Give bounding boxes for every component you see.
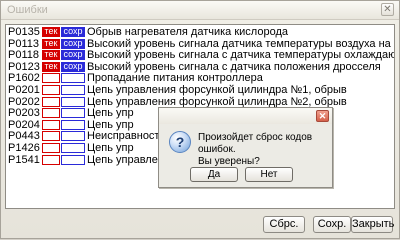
yes-button[interactable]: Да <box>190 167 238 182</box>
dialog-message: Произойдет сброс кодов ошибок. Вы уверен… <box>198 132 330 168</box>
error-row[interactable]: P0113 тек сохр Высокий уровень сигнала датч… <box>7 37 395 50</box>
close-button[interactable]: Закрыть <box>351 216 394 233</box>
tek-badge <box>42 96 60 107</box>
error-row[interactable]: P0201 Цепь управления форсункой цилиндра … <box>7 84 393 96</box>
error-code: P1602 <box>8 72 40 85</box>
error-code: P0201 <box>8 84 40 96</box>
dialog-message-line1: Произойдет сброс кодов ошибок. <box>198 132 313 155</box>
window-titlebar[interactable]: Ошибки ✕ <box>1 1 399 20</box>
sokhr-badge: сохр <box>61 50 85 61</box>
error-description: Цепь управления форсункой цилиндра №2, о… <box>87 95 347 108</box>
error-row[interactable]: P0118 тек сохр Высокий уровень сигнала с да… <box>7 49 395 62</box>
sokhr-badge <box>61 108 85 119</box>
error-code: P0202 <box>8 95 40 108</box>
tek-badge: тек <box>42 27 60 37</box>
tek-badge <box>42 131 60 142</box>
error-description: Цепь упр <box>87 118 134 131</box>
tek-badge: тек <box>42 61 60 72</box>
dialog-close-button[interactable]: ✕ <box>316 110 329 122</box>
sokhr-badge <box>61 154 85 165</box>
error-description: Цепь управления форсункой цилиндра №1, о… <box>87 84 347 96</box>
save-button[interactable]: Сохр. <box>313 216 351 233</box>
tek-badge <box>42 143 60 153</box>
sokhr-badge <box>61 85 85 95</box>
no-button[interactable]: Нет <box>245 167 293 182</box>
error-code: P1426 <box>8 142 40 154</box>
sokhr-badge: сохр <box>61 61 85 72</box>
window-close-button[interactable]: ✕ <box>381 3 394 16</box>
sokhr-badge <box>61 73 85 84</box>
error-description: Высокий уровень сигнала с датчика темпер… <box>87 49 395 62</box>
error-description: Цепь упр <box>87 142 134 154</box>
sokhr-badge <box>61 96 85 107</box>
error-code: P0123 <box>8 60 40 73</box>
sokhr-badge: сохр <box>61 27 85 37</box>
sokhr-badge <box>61 143 85 153</box>
close-icon: ✕ <box>318 111 327 121</box>
tek-badge: тек <box>42 50 60 61</box>
sokhr-badge: сохр <box>61 38 85 49</box>
question-icon: ? <box>169 131 191 153</box>
confirm-dialog: ✕ ? Произойдет сброс кодов ошибок. Вы ув… <box>158 107 333 188</box>
error-code: P0203 <box>8 107 40 120</box>
error-row[interactable]: P0135 тек сохр Обрыв нагревателя датчика ки… <box>7 26 393 38</box>
window-title: Ошибки <box>7 4 48 16</box>
sokhr-badge <box>61 119 85 130</box>
error-description: Цепь упр <box>87 107 134 120</box>
tek-badge: тек <box>42 38 60 49</box>
dialog-titlebar[interactable]: ✕ <box>159 108 332 124</box>
error-description: Пропадание питания контроллера <box>87 72 263 85</box>
error-code: P1541 <box>8 153 40 166</box>
error-row[interactable]: P1602 Пропадание питания контроллера <box>7 72 393 84</box>
error-code: P0135 <box>8 26 40 38</box>
error-description: Высокий уровень сигнала с датчика положе… <box>87 60 381 73</box>
error-code: P0118 <box>8 49 39 62</box>
error-code: P0113 <box>8 37 39 50</box>
error-code: P0443 <box>8 130 40 143</box>
error-row[interactable]: P0202 Цепь управления форсункой цилиндра … <box>7 96 393 108</box>
error-row[interactable]: P0123 тек сохр Высокий уровень сигнала с да… <box>7 61 393 73</box>
sokhr-badge <box>61 131 85 142</box>
error-description: Обрыв нагревателя датчика кислорода <box>87 26 288 38</box>
tek-badge <box>42 154 60 165</box>
error-code: P0204 <box>8 118 40 131</box>
error-description: Высокий уровень сигнала датчика температ… <box>87 37 395 50</box>
tek-badge <box>42 108 60 119</box>
close-icon: ✕ <box>383 4 392 15</box>
tek-badge <box>42 73 60 84</box>
reset-button[interactable]: Сбрс. <box>263 216 305 233</box>
tek-badge <box>42 85 60 95</box>
tek-badge <box>42 119 60 130</box>
